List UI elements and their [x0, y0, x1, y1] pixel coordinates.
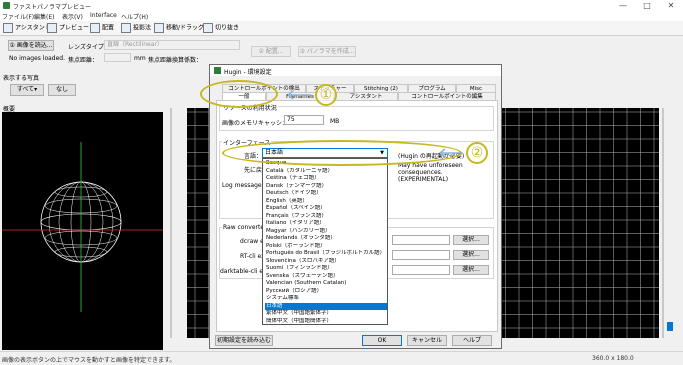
ok-button[interactable]: OK [362, 335, 402, 346]
focal-multiplier-label: 焦点距離換算係数： [148, 57, 203, 64]
log-messages-label: Log messages: [222, 182, 267, 189]
darktable-path-input[interactable] [392, 265, 450, 275]
menu-interface[interactable]: Interface [90, 12, 117, 19]
lens-type-select[interactable]: 直線（Rectilinear） [104, 40, 240, 50]
menu-file[interactable]: ファイル(F) [2, 12, 34, 21]
vertical-slider-track-right[interactable] [662, 108, 664, 338]
dialog-title-bar: Hugin - 環境設定 [210, 65, 501, 76]
tab-assistant-pref[interactable]: アシスタント [334, 92, 398, 100]
focal-length-input[interactable] [104, 53, 131, 62]
rtcli-path-input[interactable] [392, 250, 450, 260]
close-icon[interactable]: ✕ [659, 0, 683, 11]
move-icon [154, 23, 164, 33]
show-all-button[interactable]: すべて▾ [10, 84, 44, 96]
tab-programs[interactable]: プログラム [408, 84, 456, 92]
layout-icon [90, 23, 100, 33]
dcraw-path-input[interactable] [392, 235, 450, 245]
annotation-arrow-2 [436, 148, 464, 158]
browse-rtcli-button[interactable]: 選択... [453, 250, 489, 260]
maximize-icon[interactable]: □ [635, 0, 659, 11]
tab-misc[interactable]: Misc [456, 84, 496, 92]
tab-layout[interactable]: 配置 [90, 23, 114, 33]
status-bar: 画像の表示ボタンの上でマウスを動かすと画像を特定できます。 360.0 x 18… [0, 351, 683, 365]
annotation-arrow-1 [284, 90, 312, 100]
status-coords: 360.0 x 180.0 [592, 355, 634, 362]
tab-assistant[interactable]: アシスタント [3, 23, 51, 33]
browse-dcraw-button[interactable]: 選択... [453, 235, 489, 245]
annotation-number-2: ② [466, 142, 488, 164]
annotation-number-1: ① [315, 84, 337, 106]
crop-icon [203, 23, 213, 33]
minimize-icon[interactable]: — [611, 0, 635, 11]
projection-icon [121, 23, 131, 33]
window-title: ファストパノラマプレビュー [13, 4, 92, 11]
align-button[interactable]: ② 配置... [251, 46, 291, 57]
load-defaults-button[interactable]: 初期設定を読み込む [215, 335, 273, 346]
overview-panel[interactable] [2, 112, 163, 350]
wand-icon [3, 23, 13, 33]
vertical-slider-track[interactable] [170, 108, 172, 338]
language-dropdown-list[interactable]: Basque Català（カタルーニャ語） Čeština（チェコ語） Dansk（… [262, 158, 388, 325]
title-bar: ファストパノラマプレビュー [0, 0, 683, 11]
preview-icon [47, 23, 57, 33]
tab-crop[interactable]: 切り抜き [203, 23, 239, 33]
show-none-button[interactable]: なし [48, 84, 76, 96]
slider-thumb[interactable] [667, 322, 673, 331]
cache-input[interactable]: 75 [284, 115, 324, 125]
app-icon [3, 2, 10, 9]
sphere-preview [2, 142, 163, 312]
experimental-note: May have unforeseen consequences. (EXPER… [398, 162, 463, 183]
focal-length-label: 焦点距離： [68, 57, 99, 64]
menu-edit[interactable]: 編集(E) [34, 12, 54, 21]
menu-help[interactable]: ヘルプ(H) [121, 12, 148, 21]
load-images-button[interactable]: ① 画像を読込... [8, 40, 54, 51]
cancel-button[interactable]: キャンセル [407, 335, 447, 346]
menu-view[interactable]: 表示(V) [62, 12, 83, 21]
hugin-icon [214, 67, 221, 74]
show-images-label: 表示する写真 [3, 75, 40, 82]
dialog-title: Hugin - 環境設定 [224, 69, 272, 76]
annotation-ellipse-2 [222, 140, 462, 166]
create-panorama-button[interactable]: ③ パノラマを作成... [298, 46, 356, 57]
browse-darktable-button[interactable]: 選択... [453, 265, 489, 275]
help-button[interactable]: ヘルプ [452, 335, 492, 346]
focal-length-unit: mm [134, 55, 146, 62]
tab-projection[interactable]: 投影法 [121, 23, 151, 33]
no-images-label: No images loaded. [9, 55, 66, 62]
tab-stitching-2[interactable]: Stitching (2) [354, 84, 408, 92]
tab-preview[interactable]: プレビュー [47, 23, 89, 33]
tab-cp-editor[interactable]: コントロールポイントの編集 [398, 92, 496, 100]
annotation-ellipse-1 [200, 80, 278, 108]
language-option[interactable]: 簡体中文（中国語簡体字） [265, 318, 387, 326]
raw-converter-label: Raw converter [222, 224, 268, 231]
status-message: 画像の表示ボタンの上でマウスを動かすと画像を特定できます。 [2, 357, 176, 364]
tab-move-drag[interactable]: 移動/ドラッグ [154, 23, 204, 33]
cache-unit: MB [330, 118, 340, 125]
